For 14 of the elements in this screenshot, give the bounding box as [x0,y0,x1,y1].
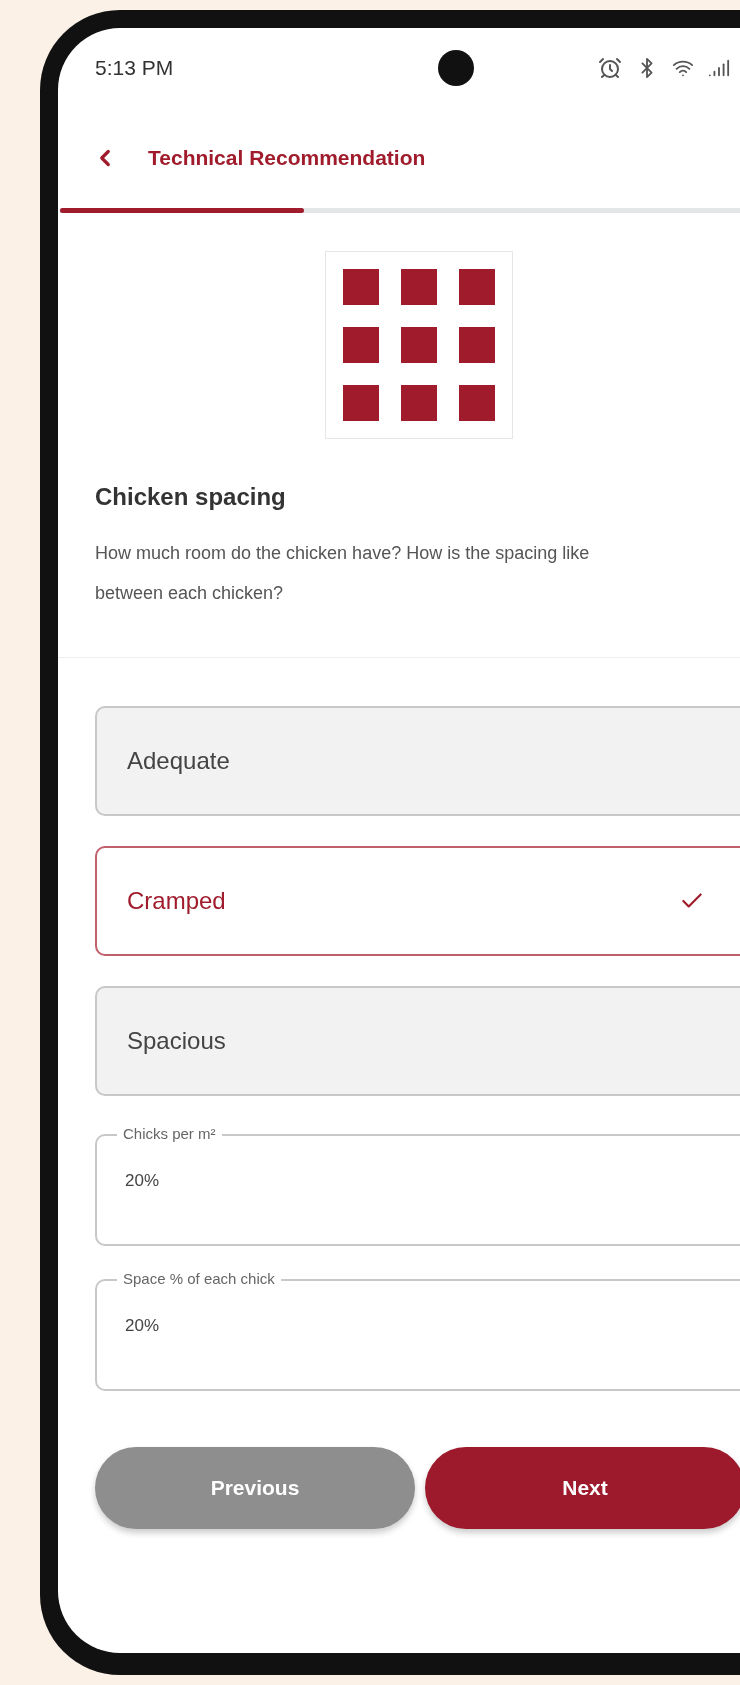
camera-hole [438,50,474,86]
question-title: Chicken spacing [95,483,287,511]
page-title: Technical Recommendation [148,146,426,170]
alarm-icon [598,56,622,80]
field-label: Space % of each chick [117,1270,281,1288]
option-button[interactable]: Cramped [95,846,740,956]
signal-icon [708,57,730,79]
grid-icon [325,251,513,439]
question-description: How much room do the chicken have? How is the spacing like between each chicken? [95,542,591,605]
field-label: Chicks per m² [117,1125,222,1143]
status-time: 5:13 PM [95,56,174,80]
option-button[interactable]: Spacious [95,986,740,1096]
next-button[interactable]: Next [425,1447,740,1529]
option-button[interactable]: Adequate [95,706,740,816]
